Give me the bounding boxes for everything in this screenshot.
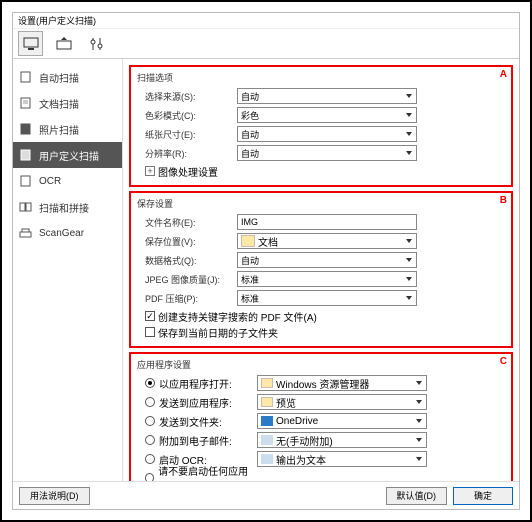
preview-icon <box>261 397 273 407</box>
section-b-title: 保存设置 <box>137 197 505 210</box>
custom-icon <box>19 149 33 161</box>
filename-label: 文件名称(E): <box>137 216 237 229</box>
expand-image-proc[interactable]: + <box>145 166 155 176</box>
jpegq-label: JPEG 图像质量(J): <box>137 273 237 286</box>
keyword-pdf-checkbox[interactable] <box>145 311 155 321</box>
attach-mail-radio[interactable] <box>145 435 155 445</box>
send-folder-label: 发送到文件夹: <box>159 414 222 429</box>
photo-icon <box>19 123 33 135</box>
savein-select[interactable]: 文档 <box>237 233 417 249</box>
toolbar-general-settings[interactable] <box>84 31 109 56</box>
settings-main: A 扫描选项 选择来源(S):自动 色彩模式(C):彩色 纸张尺寸(E):自动 … <box>123 59 519 481</box>
sidebar-item-custom[interactable]: 用户定义扫描 <box>13 142 122 168</box>
send-app-radio[interactable] <box>145 397 155 407</box>
no-app-label: 请不要启动任何应用程序 <box>158 463 257 481</box>
source-select[interactable]: 自动 <box>237 88 417 104</box>
sidebar-item-document[interactable]: 文档扫描 <box>13 90 122 116</box>
toolbar-scan-from-panel[interactable] <box>51 31 76 56</box>
sidebar: 自动扫描 文档扫描 照片扫描 用户定义扫描 OCR 扫描和拼接 ScanGear <box>13 59 123 481</box>
attach-mail-select[interactable]: 无(手动附加) <box>257 432 427 448</box>
colormode-label: 色彩模式(C): <box>137 109 237 122</box>
pdfcomp-select[interactable]: 标准 <box>237 290 417 306</box>
open-app-select[interactable]: Windows 资源管理器 <box>257 375 427 391</box>
open-app-radio[interactable] <box>145 378 155 388</box>
window-title: 设置(用户定义扫描) <box>13 13 519 29</box>
source-label: 选择来源(S): <box>137 90 237 103</box>
section-c-title: 应用程序设置 <box>137 358 505 371</box>
date-folder-label: 保存到当前日期的子文件夹 <box>158 325 278 340</box>
send-folder-radio[interactable] <box>145 416 155 426</box>
jpegq-select[interactable]: 标准 <box>237 271 417 287</box>
section-app-settings: C 应用程序设置 以应用程序打开: Windows 资源管理器 发送到应用程序: 预… <box>129 352 513 481</box>
filename-input[interactable]: IMG <box>237 214 417 230</box>
toolbar <box>13 29 519 59</box>
keyword-pdf-label: 创建支持关键字搜索的 PDF 文件(A) <box>158 309 317 324</box>
onedrive-icon <box>261 416 273 426</box>
doc-icon <box>19 97 33 109</box>
sidebar-item-auto[interactable]: 自动扫描 <box>13 64 122 90</box>
pdfcomp-label: PDF 压缩(P): <box>137 292 237 305</box>
footer: 用法说明(D) 默认值(D) 确定 <box>13 481 519 509</box>
no-app-radio[interactable] <box>145 473 154 481</box>
scanner-icon <box>19 227 33 239</box>
send-app-select[interactable]: 预览 <box>257 394 427 410</box>
papersize-select[interactable]: 自动 <box>237 126 417 142</box>
sidebar-item-scangear[interactable]: ScanGear <box>13 220 122 246</box>
savein-label: 保存位置(V): <box>137 235 237 248</box>
image-proc-label: 图像处理设置 <box>158 164 218 179</box>
sidebar-item-stitch[interactable]: 扫描和拼接 <box>13 194 122 220</box>
explorer-icon <box>261 378 273 388</box>
doc-icon <box>19 71 33 83</box>
sidebar-item-photo[interactable]: 照片扫描 <box>13 116 122 142</box>
section-a-title: 扫描选项 <box>137 71 505 84</box>
section-a-badge: A <box>500 69 507 80</box>
ok-button[interactable]: 确定 <box>453 487 513 505</box>
settings-window: 设置(用户定义扫描) 自动扫描 文档扫描 照片扫描 用户定义扫描 OCR 扫描和… <box>12 12 520 510</box>
toolbar-scan-from-pc[interactable] <box>18 31 43 56</box>
section-b-badge: B <box>500 195 507 206</box>
section-scan-options: A 扫描选项 选择来源(S):自动 色彩模式(C):彩色 纸张尺寸(E):自动 … <box>129 65 513 187</box>
format-select[interactable]: 自动 <box>237 252 417 268</box>
ocr-icon <box>19 175 33 187</box>
papersize-label: 纸张尺寸(E): <box>137 128 237 141</box>
mail-icon <box>261 435 273 445</box>
date-folder-checkbox[interactable] <box>145 327 155 337</box>
start-ocr-select[interactable]: 输出为文本 <box>257 451 427 467</box>
format-label: 数据格式(Q): <box>137 254 237 267</box>
colormode-select[interactable]: 彩色 <box>237 107 417 123</box>
section-save-settings: B 保存设置 文件名称(E):IMG 保存位置(V):文档 数据格式(Q):自动… <box>129 191 513 348</box>
help-button[interactable]: 用法说明(D) <box>19 487 90 505</box>
section-c-badge: C <box>500 356 507 367</box>
resolution-select[interactable]: 自动 <box>237 145 417 161</box>
resolution-label: 分辨率(R): <box>137 147 237 160</box>
open-app-label: 以应用程序打开: <box>159 376 232 391</box>
send-folder-select[interactable]: OneDrive <box>257 413 427 429</box>
stitch-icon <box>19 201 33 213</box>
attach-mail-label: 附加到电子邮件: <box>159 433 232 448</box>
sidebar-item-ocr[interactable]: OCR <box>13 168 122 194</box>
folder-icon <box>241 235 255 247</box>
text-icon <box>261 454 273 464</box>
defaults-button[interactable]: 默认值(D) <box>386 487 448 505</box>
send-app-label: 发送到应用程序: <box>159 395 232 410</box>
